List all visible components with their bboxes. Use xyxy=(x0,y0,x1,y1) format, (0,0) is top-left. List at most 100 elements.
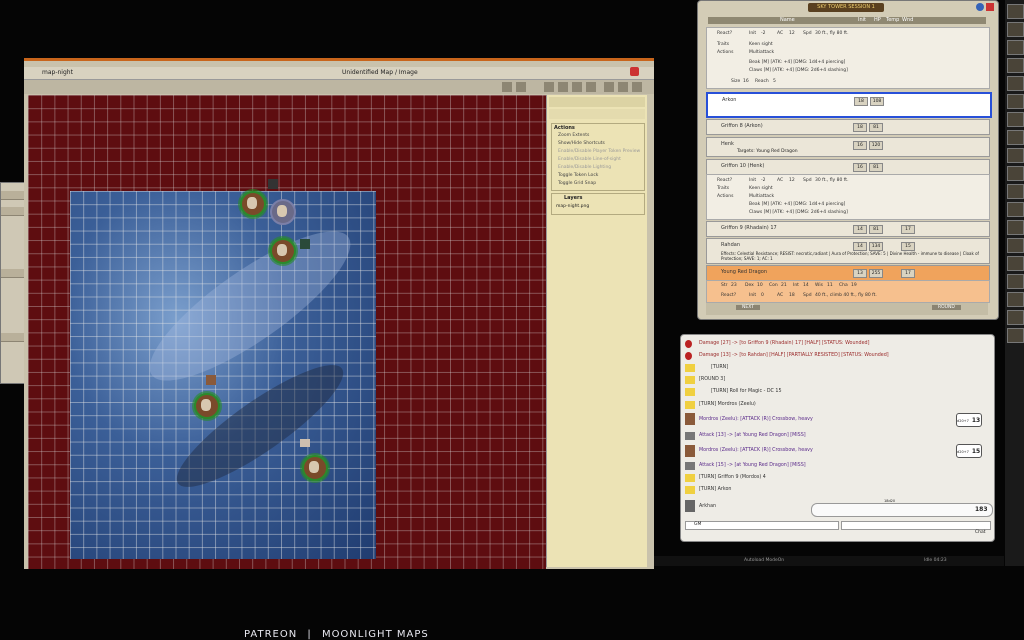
sidebar-button[interactable] xyxy=(1007,94,1024,109)
action-claws[interactable]: Claws [M] [ATK: +4] [DMG: 2d6+4 slashing… xyxy=(749,68,848,73)
eye-icon[interactable] xyxy=(572,82,582,92)
ct-entry-name[interactable]: Young Red Dragon xyxy=(721,269,767,275)
ct-entry-name[interactable]: Rahdan xyxy=(721,242,740,248)
ct-entry-hp[interactable]: 255 xyxy=(869,269,883,278)
sidebar-button[interactable] xyxy=(1007,4,1024,19)
map-token[interactable] xyxy=(240,191,266,217)
crown-token-marker[interactable] xyxy=(268,179,278,189)
action-beak[interactable]: Beak [M] [ATK: +4] [DMG: 1d4+4 piercing] xyxy=(749,202,845,207)
action-claws[interactable]: Claws [M] [ATK: +4] [DMG: 2d6+4 slashing… xyxy=(749,210,848,215)
pin-icon[interactable] xyxy=(604,82,614,92)
init-value[interactable]: -2 xyxy=(761,178,766,183)
init-value[interactable]: 0 xyxy=(761,293,764,298)
sidebar-button[interactable] xyxy=(1007,310,1024,325)
ct-entry-wnd[interactable]: 17 xyxy=(901,225,915,234)
close-icon[interactable] xyxy=(986,3,994,11)
action-lighting[interactable]: Enable/Disable Lighting xyxy=(558,165,646,171)
ct-entry-hostile[interactable]: Young Red Dragon 13 255 17 xyxy=(706,265,990,281)
upload-icon[interactable] xyxy=(632,82,642,92)
ac-value[interactable]: 12 xyxy=(789,31,795,36)
ct-entry-hp[interactable]: 108 xyxy=(870,97,884,106)
toolbar-icon[interactable] xyxy=(502,82,512,92)
ct-entry-name[interactable]: Griffon 8 (Arkon) xyxy=(721,123,763,129)
map-token[interactable] xyxy=(302,455,328,481)
sidebar-button[interactable] xyxy=(1007,328,1024,343)
sidebar-button[interactable] xyxy=(1007,292,1024,307)
action-shortcuts[interactable]: Show/Hide Shortcuts xyxy=(558,141,646,147)
map-token[interactable] xyxy=(194,393,220,419)
ct-entry-name[interactable]: Henk xyxy=(721,141,734,147)
lock-icon[interactable] xyxy=(558,82,568,92)
sidebar-button[interactable] xyxy=(1007,238,1024,253)
dice-roll-bar[interactable]: 18d20 183 xyxy=(811,499,993,517)
sidebar-button[interactable] xyxy=(1007,256,1024,271)
tools-iconbar[interactable] xyxy=(549,97,645,107)
action-beak[interactable]: Beak [M] [ATK: +4] [DMG: 1d4+4 piercing] xyxy=(749,60,845,65)
ct-entry-name[interactable]: Arkon xyxy=(722,97,736,103)
sidebar-button[interactable] xyxy=(1007,76,1024,91)
ac-value[interactable]: 12 xyxy=(789,178,795,183)
ct-entry-hp[interactable]: 134 xyxy=(869,242,883,251)
ct-entry-hp[interactable]: 120 xyxy=(869,141,883,150)
pointer-icon[interactable] xyxy=(544,82,554,92)
layer-item[interactable]: map-night.png xyxy=(556,204,589,209)
init-value[interactable]: -2 xyxy=(761,31,766,36)
map-canvas[interactable]: PATREON | MOONLIGHT MAPS xyxy=(28,95,546,640)
download-icon[interactable] xyxy=(618,82,628,92)
size-value[interactable]: 16 xyxy=(743,79,749,84)
sidebar-button[interactable] xyxy=(1007,220,1024,235)
ct-entry-init[interactable]: 18 xyxy=(853,123,867,132)
small-token[interactable] xyxy=(300,239,310,249)
reach-value[interactable]: 5 xyxy=(773,79,776,84)
sidebar-button[interactable] xyxy=(1007,148,1024,163)
ct-entry-init[interactable]: 14 xyxy=(853,225,867,234)
ac-value[interactable]: 18 xyxy=(789,293,795,298)
ct-entry-init[interactable]: 16 xyxy=(853,141,867,150)
ct-entry-active[interactable]: Arkon 18 108 xyxy=(706,92,992,118)
ct-entry-hp[interactable]: 81 xyxy=(869,163,883,172)
ct-entry-wnd[interactable]: 15 xyxy=(901,242,915,251)
sidebar-button[interactable] xyxy=(1007,202,1024,217)
ct-entry-init[interactable]: 14 xyxy=(853,242,867,251)
dice-result[interactable]: d20+7 13 xyxy=(956,413,982,427)
action-line-of-sight[interactable]: Enable/Disable Line-of-sight xyxy=(558,157,646,163)
action-zoom-extents[interactable]: Zoom Extents xyxy=(558,133,646,139)
sidebar-button[interactable] xyxy=(1007,112,1024,127)
map-token[interactable] xyxy=(270,238,296,264)
action-grid-snap[interactable]: Toggle Grid Snap xyxy=(558,181,646,187)
ct-entry[interactable]: Griffon 9 (Rhadain) 17 14 81 17 xyxy=(706,221,990,237)
close-icon[interactable] xyxy=(630,67,639,76)
dice-result[interactable]: d20+7 15 xyxy=(956,444,982,458)
ct-entry-hp[interactable]: 81 xyxy=(869,225,883,234)
actions-value[interactable]: Multiattack xyxy=(749,50,774,55)
toolbar-icon[interactable] xyxy=(516,82,526,92)
ct-entry[interactable]: Griffon 8 (Arkon) 18 81 xyxy=(706,119,990,135)
ct-entry-init[interactable]: 13 xyxy=(853,269,867,278)
ct-entry-hp[interactable]: 81 xyxy=(869,123,883,132)
sidebar-button[interactable] xyxy=(1007,130,1024,145)
sidebar-button[interactable] xyxy=(1007,184,1024,199)
sidebar-button[interactable] xyxy=(1007,22,1024,37)
chat-input[interactable] xyxy=(841,521,991,530)
sidebar-button[interactable] xyxy=(1007,40,1024,55)
ct-entry-name[interactable]: Griffon 9 (Rhadain) 17 xyxy=(721,225,777,231)
sidebar-button[interactable] xyxy=(1007,58,1024,73)
help-icon[interactable] xyxy=(976,3,984,11)
ct-entry-init[interactable]: 16 xyxy=(853,163,867,172)
close-icon[interactable] xyxy=(586,82,596,92)
small-token[interactable] xyxy=(206,375,216,385)
tools-iconbar-2[interactable] xyxy=(549,109,645,119)
ct-entry[interactable]: Griffon 10 (Henk) 16 81 xyxy=(706,159,990,175)
ct-entry-init[interactable]: 18 xyxy=(854,97,868,106)
action-token-lock[interactable]: Toggle Token Lock xyxy=(558,173,646,179)
action-token-preview[interactable]: Enable/Disable Player Token Preview xyxy=(558,149,646,155)
small-token[interactable] xyxy=(300,439,310,447)
ct-entry-name[interactable]: Griffon 10 (Henk) xyxy=(721,163,764,169)
map-titlebar[interactable]: map-night Unidentified Map / Image xyxy=(24,67,654,80)
ct-entry[interactable]: Rahdan 14 134 15 Effects: Celestial Resi… xyxy=(706,238,990,264)
ct-entry-wnd[interactable]: 17 xyxy=(901,269,915,278)
round-button[interactable]: ROUND xyxy=(932,305,961,310)
map-token[interactable] xyxy=(270,199,296,225)
ct-entry[interactable]: Henk 16 120 Targets: Young Red Dragon xyxy=(706,137,990,157)
chat-mode-select[interactable]: GM xyxy=(685,521,839,530)
